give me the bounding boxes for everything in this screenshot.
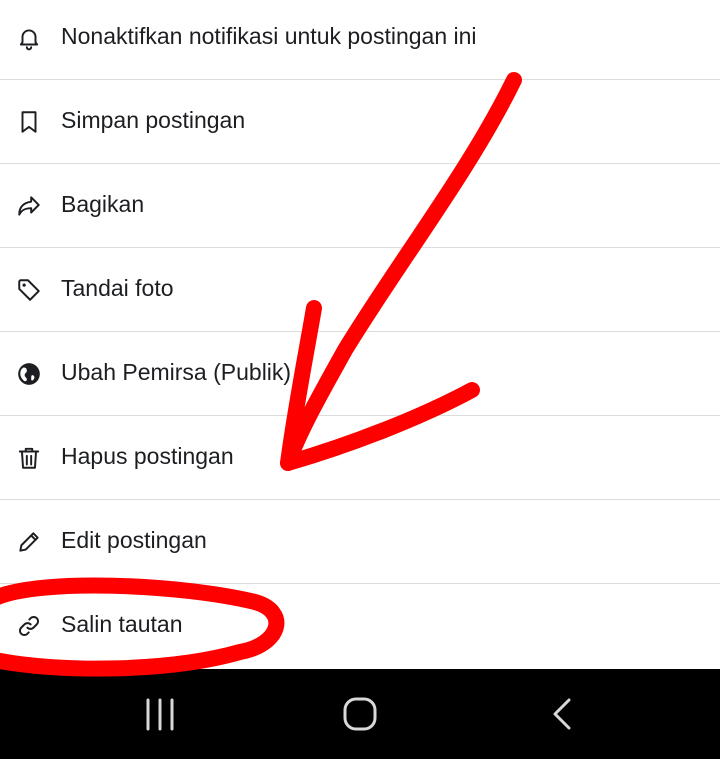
back-button[interactable] bbox=[542, 695, 582, 735]
tag-icon bbox=[16, 277, 42, 303]
menu-item-label: Edit postingan bbox=[61, 527, 207, 553]
share-icon bbox=[16, 193, 42, 219]
home-icon bbox=[343, 697, 377, 731]
menu-item-label: Bagikan bbox=[61, 191, 145, 217]
back-icon bbox=[553, 698, 571, 730]
menu-item-change-audience[interactable]: Ubah Pemirsa (Publik) bbox=[0, 333, 720, 416]
menu-item-label: Hapus postingan bbox=[61, 443, 234, 469]
bookmark-icon bbox=[16, 109, 42, 135]
post-options-menu: Nonaktifkan notifikasi untuk postingan i… bbox=[0, 0, 720, 669]
menu-item-save-post[interactable]: Simpan postingan bbox=[0, 81, 720, 164]
menu-item-edit-post[interactable]: Edit postingan bbox=[0, 501, 720, 584]
menu-item-label: Salin tautan bbox=[61, 611, 183, 637]
home-button[interactable] bbox=[340, 695, 380, 735]
recent-apps-icon bbox=[146, 698, 174, 731]
menu-item-share[interactable]: Bagikan bbox=[0, 165, 720, 248]
menu-item-label: Simpan postingan bbox=[61, 107, 246, 133]
system-navigation-bar bbox=[0, 669, 720, 759]
pencil-icon bbox=[16, 529, 42, 555]
bell-icon bbox=[16, 25, 42, 51]
menu-item-turn-off-notifications[interactable]: Nonaktifkan notifikasi untuk postingan i… bbox=[0, 0, 720, 80]
globe-icon bbox=[16, 361, 42, 387]
menu-item-tag-photo[interactable]: Tandai foto bbox=[0, 249, 720, 332]
recent-apps-button[interactable] bbox=[140, 695, 180, 735]
menu-item-label: Nonaktifkan notifikasi untuk postingan i… bbox=[61, 23, 477, 49]
menu-item-label: Tandai foto bbox=[61, 275, 174, 301]
trash-icon bbox=[16, 445, 42, 471]
menu-item-copy-link[interactable]: Salin tautan bbox=[0, 585, 720, 668]
menu-item-delete-post[interactable]: Hapus postingan bbox=[0, 417, 720, 500]
menu-item-label: Ubah Pemirsa (Publik) bbox=[61, 359, 292, 385]
link-icon bbox=[16, 613, 42, 639]
